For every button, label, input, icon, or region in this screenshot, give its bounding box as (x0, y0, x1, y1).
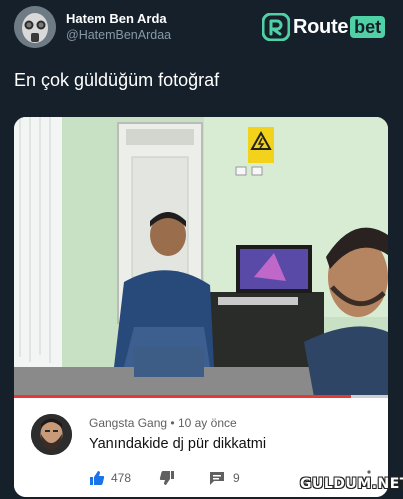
dislike-button[interactable] (159, 470, 175, 486)
commenter-name[interactable]: Gangsta Gang (89, 416, 167, 430)
comment-meta: Gangsta Gang • 10 ay önce (89, 416, 237, 430)
thumbs-up-icon (90, 471, 105, 485)
media-card[interactable]: Gangsta Gang • 10 ay önce Yanındakide dj… (14, 117, 388, 497)
site-watermark: GULDUM.NET (300, 476, 403, 492)
tweet-text: En çok güldüğüm fotoğraf (14, 70, 220, 90)
author-handle[interactable]: @HatemBenArdaa (66, 28, 171, 42)
gas-mask-avatar-icon (14, 6, 56, 48)
meta-separator: • (170, 416, 175, 430)
comment-actions: 478 9 (89, 468, 240, 488)
like-count: 478 (111, 471, 132, 485)
high-voltage-sign-icon (248, 127, 274, 163)
reply-button[interactable]: 9 (209, 470, 240, 486)
commenter-avatar[interactable] (31, 414, 72, 455)
comment-text: Yanındakide dj pür dikkatmi (89, 436, 267, 452)
reply-icon (210, 472, 225, 485)
author-display-name[interactable]: Hatem Ben Arda (66, 11, 167, 26)
comment-time: 10 ay önce (177, 416, 237, 430)
author-avatar[interactable] (14, 6, 56, 48)
like-button[interactable]: 478 (89, 470, 131, 486)
reply-count: 9 (233, 471, 240, 485)
brand-route-text: Route (293, 15, 349, 38)
brand-bet-badge: bet (350, 16, 386, 38)
bearded-man-avatar-icon (31, 414, 72, 455)
routebet-r-icon (262, 13, 290, 41)
tweet-photo[interactable] (14, 117, 388, 397)
routebet-logo: Route bet (262, 12, 386, 42)
tweet-header: Hatem Ben Arda @HatemBenArdaa Route bet (0, 0, 403, 52)
thumbs-down-icon (159, 471, 175, 485)
photo-scene (14, 117, 388, 397)
